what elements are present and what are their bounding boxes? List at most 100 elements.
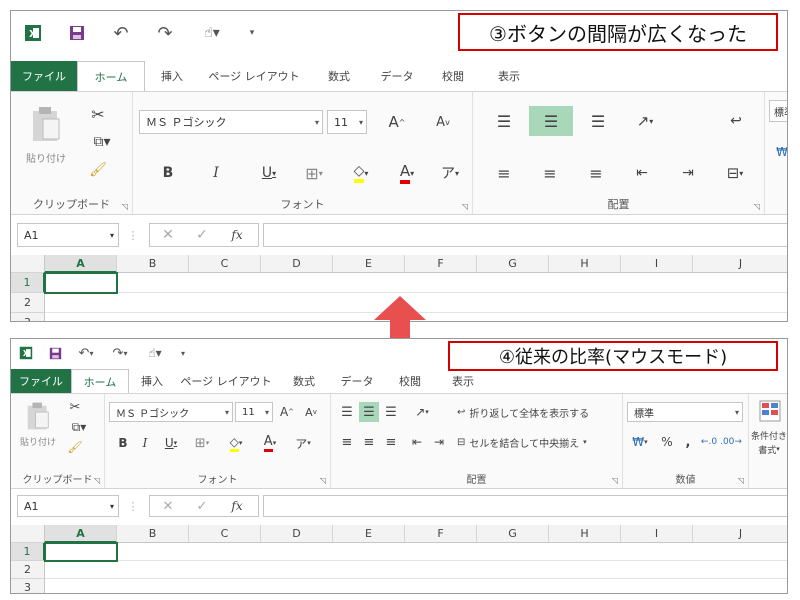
column-header[interactable]: E [333, 525, 405, 543]
column-header[interactable]: J [693, 255, 787, 273]
font-color-button[interactable]: A ▾ [387, 158, 427, 188]
save-icon[interactable] [55, 11, 99, 55]
phonetic-icon[interactable]: ア ▾ [433, 158, 467, 188]
tab-home[interactable]: ホーム [71, 369, 129, 393]
column-header[interactable]: A [45, 255, 117, 273]
tab-insert[interactable]: 挿入 [129, 369, 175, 393]
column-header[interactable]: D [261, 525, 333, 543]
format-painter-icon[interactable]: 🖌 [85, 158, 111, 182]
decrease-indent-icon[interactable]: ⇤ [625, 158, 659, 188]
column-header[interactable]: C [189, 255, 261, 273]
tab-insert[interactable]: 挿入 [145, 61, 199, 91]
active-cell[interactable] [44, 542, 118, 562]
tab-data[interactable]: データ [331, 369, 383, 393]
tab-view[interactable]: 表示 [437, 369, 489, 393]
row-header[interactable]: 1 [11, 273, 45, 293]
merge-center-icon[interactable]: ⊟ ▾ [715, 158, 755, 188]
insert-function-button[interactable]: fx [225, 496, 249, 516]
column-header[interactable]: A [45, 525, 117, 543]
font-launcher-icon[interactable]: ◹ [320, 476, 326, 485]
number-format-combo[interactable]: 標準 [769, 100, 787, 122]
save-icon[interactable] [41, 339, 69, 367]
row-header[interactable]: 3 [11, 579, 45, 593]
font-launcher-icon[interactable]: ◹ [462, 202, 468, 211]
align-top-icon[interactable]: ☰ [487, 106, 521, 136]
underline-button[interactable]: U ▾ [157, 432, 185, 454]
tab-home[interactable]: ホーム [77, 61, 145, 91]
name-box[interactable]: A1 ▾ [17, 495, 119, 517]
format-painter-icon[interactable]: 🖌 [65, 438, 85, 456]
row-header[interactable]: 3 [11, 313, 45, 321]
column-header[interactable]: G [477, 255, 549, 273]
tab-page-layout[interactable]: ページ レイアウト [199, 61, 309, 91]
increase-font-button[interactable]: A ^ [277, 402, 297, 422]
active-cell[interactable] [44, 272, 118, 294]
number-format-combo[interactable]: 標準 ▾ [627, 402, 743, 422]
tab-view[interactable]: 表示 [481, 61, 537, 91]
align-bottom-icon[interactable]: ☰ [581, 106, 615, 136]
borders-icon[interactable]: ⊞ ▾ [187, 432, 217, 454]
undo-icon[interactable]: ↶ [99, 11, 143, 55]
cut-icon[interactable]: ✂ [85, 102, 111, 126]
align-bottom-icon[interactable]: ☰ [381, 402, 401, 422]
column-header[interactable]: E [333, 255, 405, 273]
tab-file[interactable]: ファイル [11, 369, 71, 393]
row-header[interactable]: 2 [11, 561, 45, 579]
underline-button[interactable]: U ▾ [249, 158, 289, 188]
column-header[interactable]: C [189, 525, 261, 543]
font-size-combo[interactable]: 11 ▾ [327, 110, 367, 134]
currency-icon[interactable]: ₩ ▾ [627, 432, 653, 452]
column-header[interactable]: I [621, 525, 693, 543]
decrease-font-button[interactable]: Av [301, 402, 321, 422]
alignment-launcher-icon[interactable]: ◹ [612, 476, 618, 485]
italic-button[interactable]: I [135, 432, 155, 454]
row-header[interactable]: 2 [11, 293, 45, 313]
merge-center-button[interactable]: ⊟ セルを結合して中央揃え ▾ [457, 432, 617, 452]
touch-mode-icon[interactable]: ☝▾ [137, 339, 173, 367]
align-right-icon[interactable]: ≡ [381, 432, 401, 452]
copy-icon[interactable]: ⧉▾ [85, 130, 119, 154]
paste-icon[interactable] [21, 398, 55, 434]
column-header[interactable]: D [261, 255, 333, 273]
column-header[interactable]: J [693, 525, 787, 543]
copy-icon[interactable]: ⧉▾ [65, 418, 93, 436]
align-left-icon[interactable]: ≡ [337, 432, 357, 452]
wrap-text-button[interactable]: ↩ 折り返して全体を表示する [457, 402, 617, 422]
column-header[interactable]: H [549, 525, 621, 543]
touch-mode-icon[interactable]: ☝▾ [187, 11, 237, 55]
clipboard-launcher-icon[interactable]: ◹ [94, 476, 100, 485]
alignment-launcher-icon[interactable]: ◹ [754, 202, 760, 211]
phonetic-icon[interactable]: ア ▾ [289, 432, 317, 454]
align-middle-icon[interactable]: ☰ [529, 106, 573, 136]
cut-icon[interactable]: ✂ [65, 398, 85, 416]
column-header[interactable]: I [621, 255, 693, 273]
row-header[interactable]: 1 [11, 543, 45, 561]
formula-input[interactable] [263, 495, 787, 517]
increase-indent-icon[interactable]: ⇥ [429, 432, 449, 452]
enter-icon[interactable]: ✓ [191, 225, 213, 245]
tab-file[interactable]: ファイル [11, 61, 77, 91]
tab-review[interactable]: 校閲 [425, 61, 481, 91]
cancel-icon[interactable]: ✕ [157, 496, 179, 516]
number-launcher-icon[interactable]: ◹ [738, 476, 744, 485]
column-header[interactable]: H [549, 255, 621, 273]
align-top-icon[interactable]: ☰ [337, 402, 357, 422]
insert-function-button[interactable]: fx [225, 225, 249, 245]
column-header[interactable]: B [117, 255, 189, 273]
tab-formulas[interactable]: 数式 [309, 61, 369, 91]
decrease-decimal-icon[interactable]: .00→ [720, 432, 742, 452]
enter-icon[interactable]: ✓ [191, 496, 213, 516]
formula-input[interactable] [263, 223, 787, 247]
select-all-corner[interactable] [11, 255, 45, 273]
orientation-icon[interactable]: ↗ ▾ [407, 402, 437, 422]
increase-decimal-icon[interactable]: ←.0 [699, 432, 719, 452]
font-name-combo[interactable]: ＭＳ Ｐゴシック ▾ [109, 402, 233, 422]
comma-button[interactable]: , [679, 432, 697, 452]
font-size-combo[interactable]: 11 ▾ [235, 402, 273, 422]
increase-font-button[interactable]: A ^ [383, 108, 411, 136]
column-header[interactable]: F [405, 255, 477, 273]
decrease-indent-icon[interactable]: ⇤ [407, 432, 427, 452]
align-right-icon[interactable]: ≡ [579, 158, 613, 188]
fill-color-icon[interactable]: ◇ ▾ [221, 432, 251, 454]
align-left-icon[interactable]: ≡ [487, 158, 521, 188]
